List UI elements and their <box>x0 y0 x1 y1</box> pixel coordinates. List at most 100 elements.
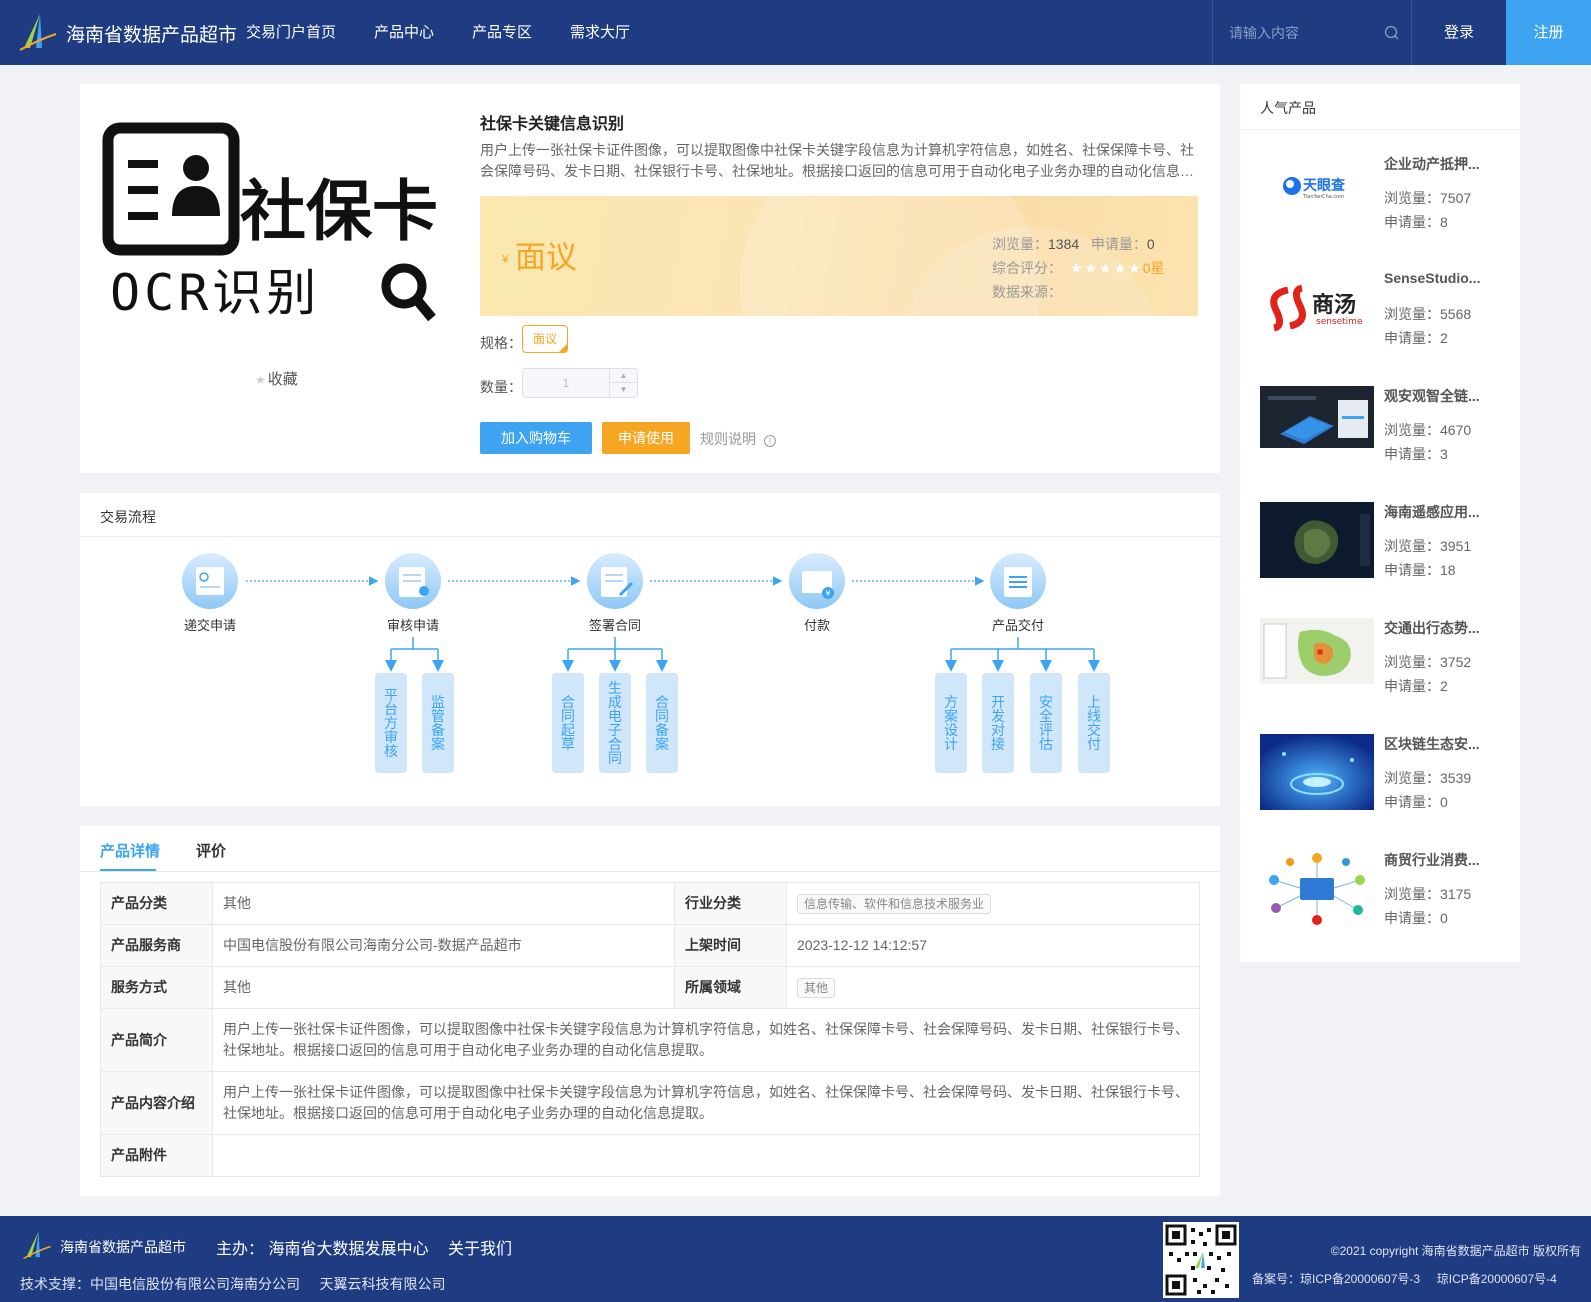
sub-step-review-1: 平台方审核 <box>384 687 398 759</box>
product-thumbnail <box>1260 618 1374 684</box>
search-input[interactable] <box>1229 20 1379 46</box>
popular-product-item[interactable]: 观安观智全链... 浏览量：4670 申请量：3 <box>1260 386 1500 486</box>
quantity-stepper[interactable]: 1 ▲ ▼ <box>522 368 638 398</box>
step-payment-icon: ¥ <box>789 553 845 609</box>
popular-product-item[interactable]: 商汤 sensetime SenseStudio... 浏览量：5568 申请量… <box>1260 270 1500 370</box>
product-name[interactable]: 交通出行态势... <box>1384 618 1500 638</box>
product-detail-card: 产品详情 评价 产品分类 其他 行业分类 信息传输、软件和信息技术服务业 产品服… <box>80 826 1220 1196</box>
listed-time-value: 2023-12-12 14:12:57 <box>786 924 1200 967</box>
views-stat: 浏览量：4670 <box>1384 422 1472 438</box>
footer-logo-icon <box>23 1231 51 1260</box>
site-name[interactable]: 海南省数据产品超市 <box>66 20 237 47</box>
applications-stat: 申请量：0 <box>1384 794 1448 810</box>
provider-key: 产品服务商 <box>100 924 213 967</box>
industry-tag: 信息传输、软件和信息技术服务业 <box>797 894 992 914</box>
product-description: 用户上传一张社保卡证件图像，可以提取图像中社保卡关键字段信息为计算机字符信息，如… <box>480 142 1194 179</box>
data-source-label: 数据来源： <box>992 284 1062 300</box>
intro-key: 产品简介 <box>100 1008 213 1072</box>
views-stat: 浏览量：3752 <box>1384 654 1472 670</box>
footer-tech-support: 技术支撑：中国电信股份有限公司海南分公司 天翼云科技有限公司 <box>20 1276 446 1292</box>
footer-host: 主办： 海南省大数据发展中心 <box>216 1241 429 1258</box>
popular-product-item[interactable]: 交通出行态势... 浏览量：3752 申请量：2 <box>1260 618 1500 718</box>
sub-step-contract-3: 合同备案 <box>655 694 669 752</box>
attachment-key: 产品附件 <box>100 1134 213 1177</box>
product-name[interactable]: 海南遥感应用... <box>1384 502 1500 522</box>
nav-product-zone[interactable]: 产品专区 <box>472 0 532 65</box>
sub-step-delivery-1: 方案设计 <box>944 694 958 752</box>
product-name[interactable]: 商贸行业消费... <box>1384 850 1500 870</box>
add-to-cart-button[interactable]: 加入购物车 <box>480 422 592 454</box>
info-icon: ! <box>764 435 776 447</box>
table-row: 产品服务商 中国电信股份有限公司海南分公司-数据产品超市 上架时间 2023-1… <box>100 924 1200 967</box>
service-mode-key: 服务方式 <box>100 966 213 1009</box>
sub-step-delivery-2: 开发对接 <box>991 694 1005 752</box>
content-value: 用户上传一张社保卡证件图像，可以提取图像中社保卡关键字段信息为计算机字符信息，如… <box>212 1071 1200 1135</box>
sub-step-contract-2: 生成电子合同 <box>608 680 622 766</box>
register-button[interactable]: 注册 <box>1506 0 1591 65</box>
main-nav: 交易门户首页 产品中心 产品专区 需求大厅 <box>246 0 668 65</box>
decrement-icon[interactable]: ▼ <box>609 383 637 397</box>
views-stat: 浏览量：3951 <box>1384 538 1472 554</box>
industry-key: 行业分类 <box>674 882 787 925</box>
branch-connectors <box>385 637 1100 672</box>
nav-home[interactable]: 交易门户首页 <box>246 0 336 65</box>
top-header: 海南省数据产品超市 交易门户首页 产品中心 产品专区 需求大厅 登录 注册 <box>0 0 1591 65</box>
flow-diagram: ¥ 递交申请 审核申请 签署合同 付款 产品交付 平台方审核监管备案合同起草生成… <box>182 553 1110 773</box>
product-thumbnail: 天眼查 TianYanCha.com <box>1260 154 1374 230</box>
svg-text:TianYanCha.com: TianYanCha.com <box>1302 194 1344 200</box>
footer-site-name: 海南省数据产品超市 <box>60 1239 186 1255</box>
flow-header: 交易流程 <box>80 493 1220 537</box>
price-panel: ¥ 面议 浏览量：1384 申请量：0 综合评分： ★★★★★0星 数据来源： <box>480 196 1198 316</box>
intro-value: 用户上传一张社保卡证件图像，可以提取图像中社保卡关键字段信息为计算机字符信息，如… <box>212 1008 1200 1072</box>
step-label-review: 审核申请 <box>387 618 439 633</box>
site-logo-icon[interactable] <box>18 12 58 52</box>
login-button[interactable]: 登录 <box>1412 0 1506 65</box>
table-row: 服务方式 其他 所属领域 其他 <box>100 966 1200 1009</box>
popular-product-item[interactable]: 商贸行业消费... 浏览量：3175 申请量：0 <box>1260 850 1500 950</box>
favorite-button[interactable]: ★ 收藏 <box>255 368 298 389</box>
step-label-contract: 签署合同 <box>589 618 641 633</box>
views-stat: 浏览量：5568 <box>1384 306 1472 322</box>
product-name[interactable]: 观安观智全链... <box>1384 386 1500 406</box>
applications-stat: 申请量：18 <box>1384 562 1456 578</box>
search-icon[interactable] <box>1383 24 1401 42</box>
product-name[interactable]: SenseStudio... <box>1384 270 1500 286</box>
tab-product-details[interactable]: 产品详情 <box>100 840 160 861</box>
popular-product-item[interactable]: 区块链生态安... 浏览量：3539 申请量：0 <box>1260 734 1500 834</box>
step-label-payment: 付款 <box>804 618 830 633</box>
rules-link[interactable]: 规则说明! <box>700 429 776 449</box>
quantity-value[interactable]: 1 <box>523 369 609 397</box>
category-value: 其他 <box>212 882 675 925</box>
sidebar-title: 人气产品 <box>1260 100 1316 116</box>
transaction-flow-card: 交易流程 ¥ 递交申请 审核申请 签署合同 付款 产品交付 平台方审核 监管备案… <box>80 493 1220 806</box>
applications-stat: 申请量：8 <box>1384 214 1448 230</box>
nav-demand-hall[interactable]: 需求大厅 <box>570 0 630 65</box>
applications-stat: 申请量：0 <box>1384 910 1448 926</box>
rating-label: 综合评分： <box>992 260 1062 276</box>
spec-option[interactable]: 面议 <box>522 325 568 353</box>
apply-use-button[interactable]: 申请使用 <box>602 422 690 454</box>
about-us-link[interactable]: 关于我们 <box>448 1235 512 1259</box>
increment-icon[interactable]: ▲ <box>609 369 637 383</box>
applications-stat: 申请量：3 <box>1384 446 1448 462</box>
detail-tabs: 产品详情 评价 <box>80 826 1220 872</box>
svg-text:商汤: 商汤 <box>1312 292 1356 318</box>
rating-value: 0星 <box>1142 260 1165 276</box>
applications-label: 申请量： <box>1090 236 1147 252</box>
favorite-label: 收藏 <box>267 371 298 388</box>
table-row: 产品简介 用户上传一张社保卡证件图像，可以提取图像中社保卡关键字段信息为计算机字… <box>100 1008 1200 1072</box>
popular-product-item[interactable]: 海南遥感应用... 浏览量：3951 申请量：18 <box>1260 502 1500 602</box>
qr-code-icon <box>1163 1222 1239 1298</box>
product-name[interactable]: 企业动产抵押... <box>1384 154 1500 174</box>
applications-value: 0 <box>1146 236 1155 252</box>
footer-copyright: ©2021 copyright 海南省数据产品超市 版权所有 <box>1330 1244 1581 1258</box>
domain-tag: 其他 <box>797 978 836 998</box>
views-label: 浏览量： <box>992 236 1048 252</box>
sidebar-header: 人气产品 <box>1240 84 1520 130</box>
popular-products-sidebar: 人气产品 天眼查 TianYanCha.com 企业动产抵押... 浏览量：75… <box>1240 84 1520 962</box>
popular-product-item[interactable]: 天眼查 TianYanCha.com 企业动产抵押... 浏览量：7507 申请… <box>1260 154 1500 254</box>
tab-reviews[interactable]: 评价 <box>196 840 226 861</box>
nav-product-center[interactable]: 产品中心 <box>374 0 434 65</box>
product-name[interactable]: 区块链生态安... <box>1384 734 1500 754</box>
social-card-ocr-illustration: 社保卡 OCR识别 <box>102 122 438 322</box>
